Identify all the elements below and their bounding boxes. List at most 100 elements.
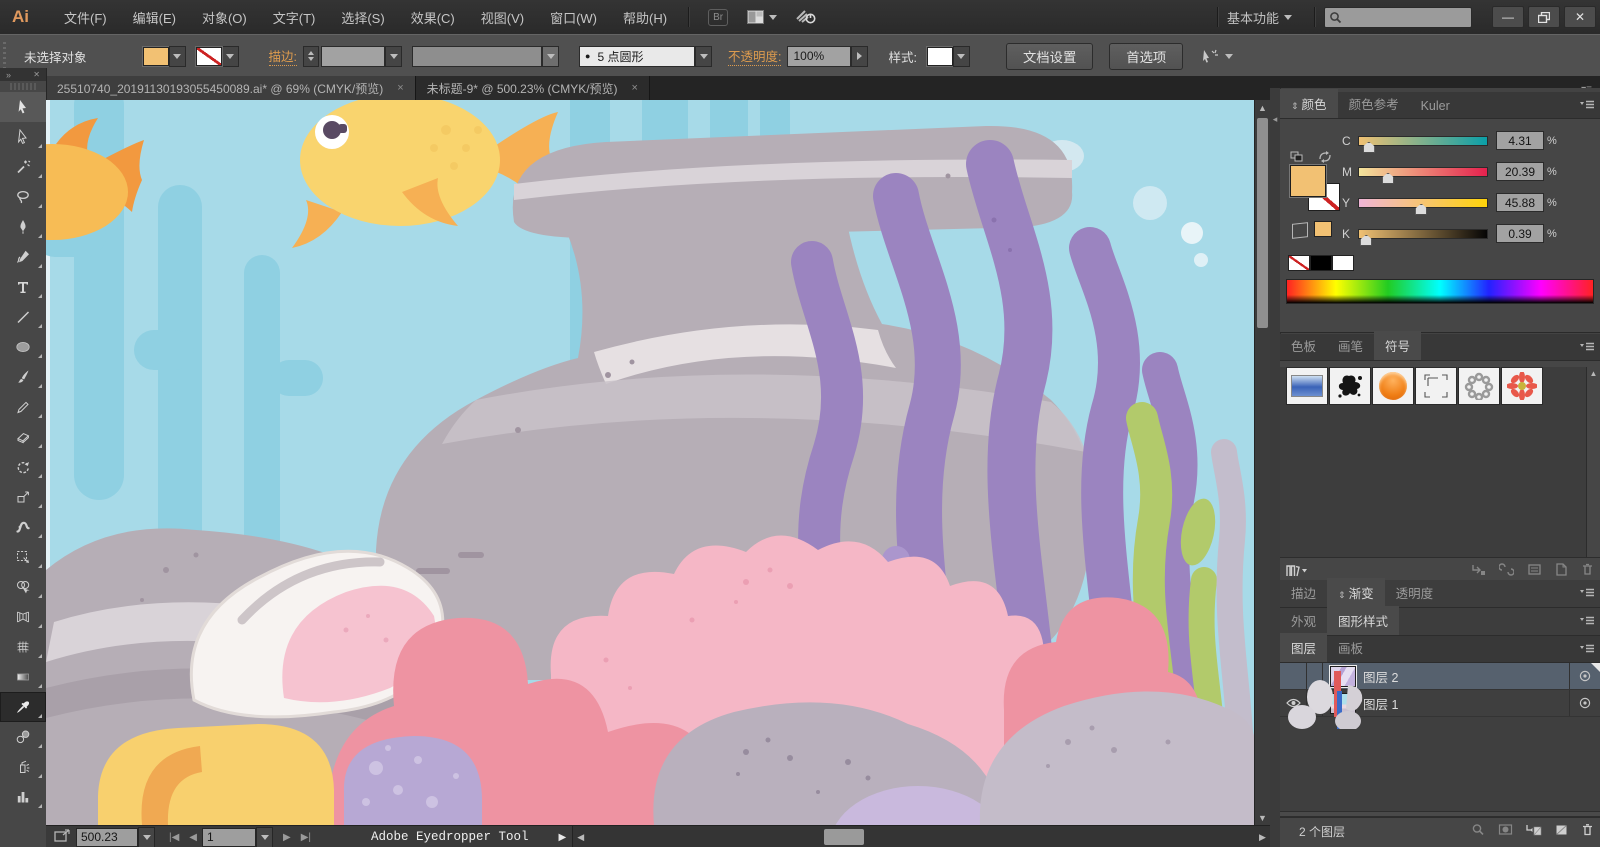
selection-tool[interactable] [0, 92, 46, 122]
panel-cycle-icon[interactable]: ⇕ [1338, 590, 1346, 601]
eyedropper-tool[interactable] [0, 692, 46, 722]
zoom-dropdown[interactable] [138, 826, 155, 847]
lasso-tool[interactable] [0, 182, 46, 212]
panel-menu-icon[interactable] [1579, 99, 1595, 114]
clipping-mask-icon[interactable] [1498, 823, 1513, 839]
panel-cycle-icon[interactable]: ⇕ [1291, 101, 1299, 112]
panel-menu-icon[interactable] [1579, 587, 1595, 602]
slider-thumb[interactable] [1360, 234, 1373, 246]
perspective-grid-tool[interactable] [0, 602, 46, 632]
tab-close-icon[interactable]: × [397, 82, 403, 94]
direct-selection-tool[interactable] [0, 122, 46, 152]
calligraphic-pen-tool[interactable] [0, 242, 46, 272]
artboard-number-field[interactable]: 1 [202, 827, 256, 847]
symbol-ink-splat[interactable] [1329, 367, 1371, 405]
menu-help[interactable]: 帮助(H) [610, 0, 680, 35]
shape-builder-tool[interactable] [0, 572, 46, 602]
scale-tool[interactable] [0, 482, 46, 512]
pen-tool[interactable] [0, 212, 46, 242]
document-setup-button[interactable]: 文档设置 [1005, 42, 1094, 70]
width-profile-field[interactable] [412, 45, 542, 67]
tab-kuler[interactable]: Kuler [1410, 94, 1461, 118]
tab-color-guide[interactable]: 颜色参考 [1338, 89, 1410, 118]
default-swatches-icon[interactable] [1290, 151, 1304, 163]
slider-thumb[interactable] [1362, 141, 1375, 153]
artboard-nav-icon[interactable] [54, 828, 70, 846]
mesh-tool[interactable] [0, 632, 46, 662]
symbols-scrollbar[interactable]: ▲ [1586, 367, 1600, 557]
stroke-color-dropdown[interactable] [221, 45, 239, 67]
slider-thumb[interactable] [1382, 172, 1395, 184]
magic-wand-tool[interactable] [0, 152, 46, 182]
tab-close-icon[interactable]: × [632, 82, 638, 94]
panel-menu-icon[interactable] [1579, 615, 1595, 630]
tab-symbols[interactable]: 符号 [1374, 331, 1422, 360]
style-dropdown[interactable] [952, 45, 970, 67]
toolbar-expand-icon[interactable]: » [6, 70, 11, 80]
tab-stroke[interactable]: 描边 [1280, 578, 1327, 607]
slider-thumb[interactable] [1415, 203, 1428, 215]
scroll-right-icon[interactable]: ▶ [1255, 830, 1270, 845]
tab-layers[interactable]: 图层 [1280, 633, 1328, 662]
minimize-button[interactable]: — [1492, 6, 1524, 28]
fill-color-dropdown[interactable] [168, 45, 186, 67]
menu-select[interactable]: 选择(S) [328, 0, 397, 35]
scroll-left-icon[interactable]: ◀ [573, 830, 588, 845]
column-graph-tool[interactable] [0, 782, 46, 812]
menu-file[interactable]: 文件(F) [51, 0, 120, 35]
stroke-color-swatch[interactable] [195, 46, 222, 66]
symbol-orange-orb[interactable] [1372, 367, 1414, 405]
white-swatch[interactable] [1332, 255, 1354, 271]
menu-type[interactable]: 文字(T) [260, 0, 329, 35]
new-symbol-icon[interactable] [1555, 563, 1568, 579]
delete-layer-icon[interactable] [1581, 823, 1594, 839]
none-swatch[interactable] [1288, 255, 1310, 271]
symbol-sprayer-tool[interactable] [0, 752, 46, 782]
in-gamut-color-swatch[interactable] [1314, 221, 1332, 237]
restore-button[interactable] [1528, 6, 1560, 28]
swap-fill-stroke-icon[interactable] [1318, 151, 1332, 163]
delete-symbol-icon[interactable] [1581, 563, 1594, 579]
layer-target-icon[interactable] [1569, 663, 1600, 689]
opacity-panel-link[interactable]: 不透明度: [728, 46, 782, 66]
cyan-value-field[interactable]: 4.31 [1496, 131, 1544, 150]
width-profile-dropdown[interactable] [542, 45, 559, 67]
ellipse-tool[interactable] [0, 332, 46, 362]
yellow-value-field[interactable]: 45.88 [1496, 193, 1544, 212]
stroke-weight-stepper[interactable] [303, 45, 319, 67]
horizontal-scroll-thumb[interactable] [824, 829, 865, 845]
preferences-button[interactable]: 首选项 [1109, 42, 1184, 70]
cs-live-button[interactable] [795, 9, 817, 25]
stroke-panel-link[interactable]: 描边: [268, 46, 297, 66]
artboard-dropdown[interactable] [256, 826, 273, 847]
scroll-up-icon[interactable]: ▲ [1255, 100, 1270, 115]
opacity-field[interactable]: 100% [787, 45, 852, 67]
new-sublayer-icon[interactable] [1526, 823, 1542, 839]
canvas-area[interactable]: ▲ ▼ [46, 100, 1270, 825]
tab-gradient[interactable]: ⇕ 渐变 [1327, 578, 1385, 607]
brush-definition-field[interactable]: ● 5 点圆形 [579, 45, 695, 67]
line-segment-tool[interactable] [0, 302, 46, 332]
menu-effect[interactable]: 效果(C) [398, 0, 468, 35]
out-of-gamut-cube-icon[interactable] [1292, 222, 1308, 239]
symbol-blue-gradient[interactable] [1286, 367, 1328, 405]
artwork[interactable] [46, 100, 1255, 825]
tab-swatches[interactable]: 色板 [1280, 331, 1327, 360]
menu-window[interactable]: 窗口(W) [537, 0, 610, 35]
stroke-weight-field[interactable] [321, 45, 385, 67]
menu-edit[interactable]: 编辑(E) [120, 0, 189, 35]
scroll-up-icon[interactable]: ▲ [1587, 367, 1600, 380]
last-artboard-icon[interactable]: ▶| [301, 832, 311, 843]
fill-color-swatch[interactable] [142, 46, 169, 66]
black-swatch[interactable] [1310, 255, 1332, 271]
symbol-crop-marks[interactable] [1415, 367, 1457, 405]
rotate-tool[interactable] [0, 452, 46, 482]
tab-appearance[interactable]: 外观 [1280, 606, 1327, 635]
magenta-slider[interactable] [1358, 166, 1488, 184]
scroll-down-icon[interactable]: ▼ [1255, 810, 1270, 825]
tab-color[interactable]: ⇕ 颜色 [1280, 89, 1338, 118]
new-layer-icon[interactable] [1555, 823, 1568, 839]
fill-proxy-swatch[interactable] [1290, 165, 1326, 197]
yellow-slider[interactable] [1358, 197, 1488, 215]
tab-brushes[interactable]: 画笔 [1327, 331, 1374, 360]
